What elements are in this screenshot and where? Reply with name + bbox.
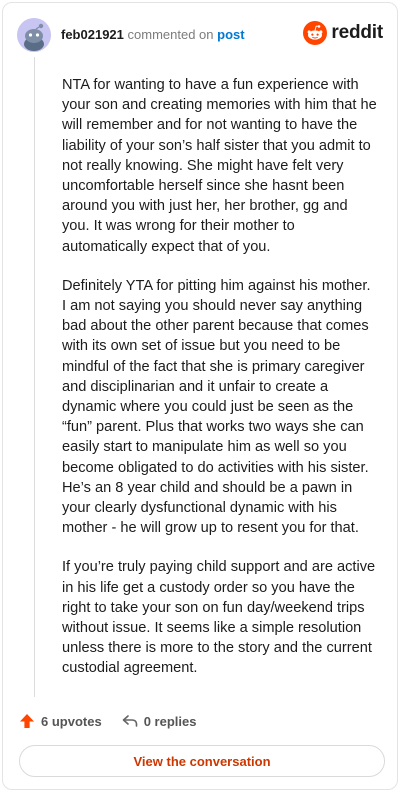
avatar[interactable] <box>17 18 51 52</box>
reply-count: 0 replies <box>143 713 197 729</box>
view-conversation-button[interactable]: View the conversation <box>19 745 385 777</box>
comment-actions: 6 upvotes 0 replies <box>19 711 216 731</box>
username[interactable]: feb021921 <box>61 27 124 42</box>
post-link[interactable]: post <box>217 27 244 42</box>
upvote-count: 6 upvotes <box>41 713 102 729</box>
reddit-logo[interactable]: reddit <box>303 21 383 45</box>
replies-button[interactable]: 0 replies <box>122 713 197 729</box>
comment-paragraph: If you’re truly paying child support and… <box>62 559 376 677</box>
comment-paragraph: Definitely YTA for pitting him against h… <box>62 277 371 537</box>
upvote-arrow-icon <box>20 714 34 728</box>
reddit-wordmark: reddit <box>331 22 383 43</box>
thread-line <box>34 57 35 697</box>
reply-arrow-icon <box>122 715 137 727</box>
commented-on-text: commented on <box>127 27 214 42</box>
comment-meta: feb021921 commented on post <box>61 27 245 43</box>
avatar-icon <box>17 18 51 52</box>
comment-body: NTA for wanting to have a fun experience… <box>62 75 378 698</box>
comment-paragraph: NTA for wanting to have a fun experience… <box>62 77 377 255</box>
reddit-logo-icon <box>303 21 328 45</box>
upvote-button[interactable]: 6 upvotes <box>19 713 102 729</box>
comment-header: feb021921 commented on post reddit <box>17 17 383 53</box>
comment-card: feb021921 commented on post reddit NTA f… <box>2 2 398 790</box>
